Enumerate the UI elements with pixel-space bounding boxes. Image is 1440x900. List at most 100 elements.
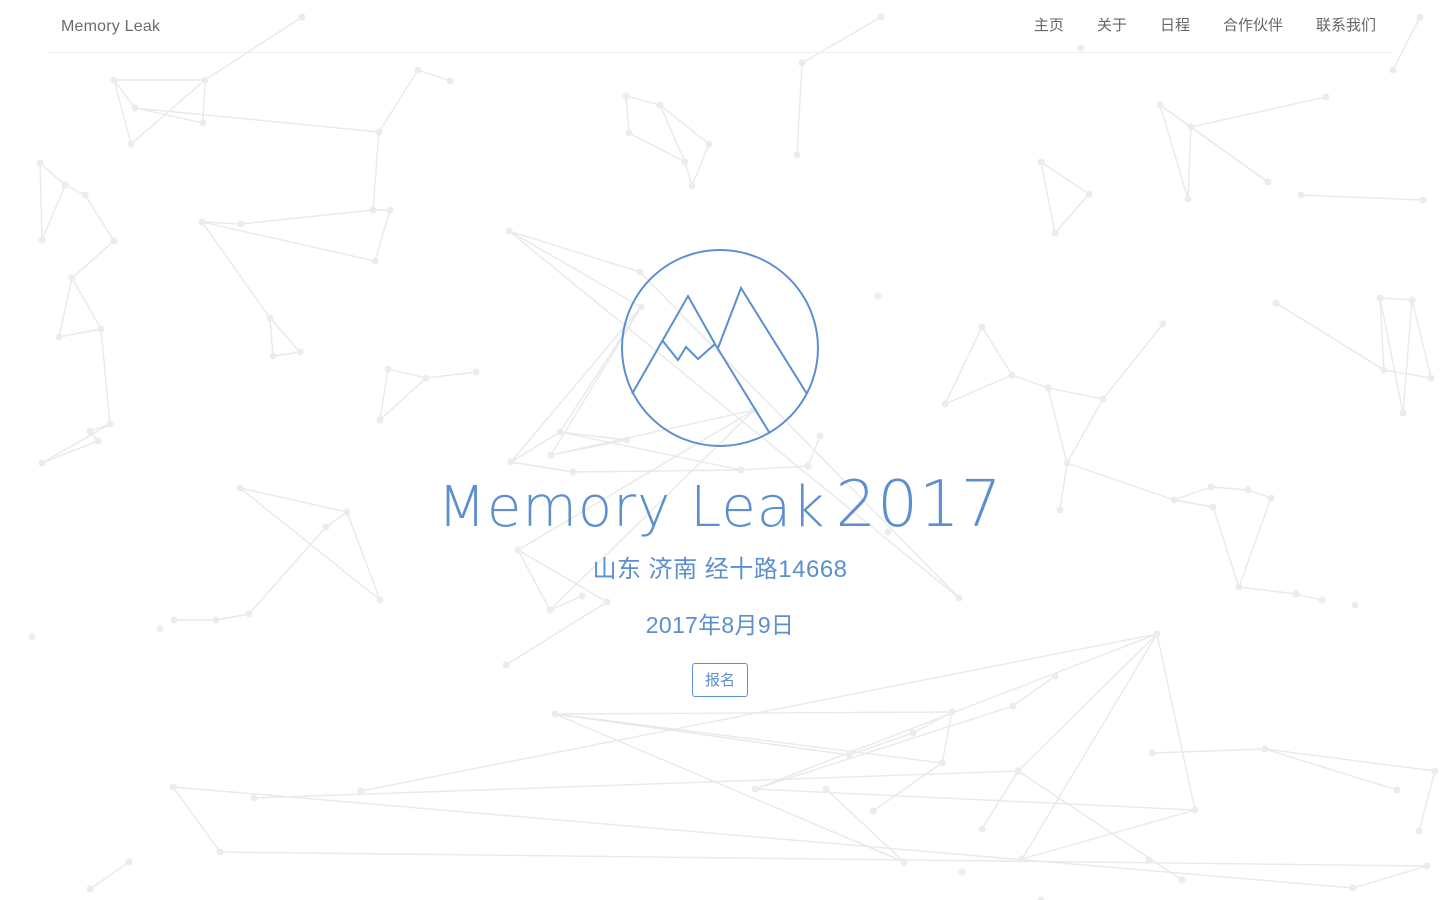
network-node xyxy=(948,708,956,716)
network-node xyxy=(869,807,877,815)
network-edge xyxy=(134,107,380,133)
network-edge xyxy=(1151,748,1266,754)
network-node xyxy=(551,710,559,718)
network-edge xyxy=(872,762,943,812)
network-edge xyxy=(691,143,710,187)
network-node xyxy=(909,729,917,737)
network-node xyxy=(198,218,206,226)
network-edge xyxy=(1054,193,1090,234)
network-node xyxy=(125,858,133,866)
network-node xyxy=(1349,884,1357,892)
nav-link-home[interactable]: 主页 xyxy=(1034,16,1064,36)
network-edge xyxy=(1040,161,1056,234)
network-edge xyxy=(625,95,630,134)
nav-link-partners[interactable]: 合作伙伴 xyxy=(1223,16,1283,36)
event-location: 山东 济南 经十路14668 xyxy=(592,556,848,583)
network-edge xyxy=(1264,748,1398,791)
network-edge xyxy=(1352,865,1428,889)
network-node xyxy=(131,104,139,112)
network-edge xyxy=(1300,194,1424,201)
network-edge xyxy=(1040,161,1090,195)
network-node xyxy=(250,794,258,802)
network-edge xyxy=(41,184,66,241)
navbar: Memory Leak 主页 关于 日程 合作伙伴 联系我们 xyxy=(48,0,1392,53)
network-node xyxy=(1423,862,1431,870)
network-edge xyxy=(628,132,686,163)
network-node xyxy=(414,66,422,74)
network-node xyxy=(798,59,806,67)
network-node xyxy=(1178,876,1186,884)
network-edge xyxy=(684,161,693,187)
network-node xyxy=(446,77,454,85)
network-node xyxy=(169,783,177,791)
network-edge xyxy=(1159,104,1269,183)
network-edge xyxy=(1159,104,1189,200)
network-node xyxy=(369,206,377,214)
network-node xyxy=(688,182,696,190)
network-node xyxy=(978,825,986,833)
network-edge xyxy=(202,79,206,124)
network-node xyxy=(505,227,513,235)
hero: Memory Leak 2017 山东 济南 经十路14668 2017年8月9日… xyxy=(0,246,1440,697)
network-edge xyxy=(848,732,914,756)
brand-link[interactable]: Memory Leak xyxy=(61,17,160,37)
network-node xyxy=(127,140,135,148)
network-edge xyxy=(825,788,905,863)
nav-links: 主页 关于 日程 合作伙伴 联系我们 xyxy=(1001,16,1376,36)
nav-link-about[interactable]: 关于 xyxy=(1097,16,1127,36)
network-node xyxy=(110,76,118,84)
network-node xyxy=(110,237,118,245)
event-title-year: 2017 xyxy=(835,468,1003,542)
network-edge xyxy=(130,79,206,145)
network-edge xyxy=(1264,748,1436,772)
network-node xyxy=(1187,123,1195,131)
network-node xyxy=(1297,191,1305,199)
network-node xyxy=(216,848,224,856)
network-node xyxy=(1051,229,1059,237)
network-edge xyxy=(1021,809,1196,860)
network-node xyxy=(386,206,394,214)
network-node xyxy=(1018,855,1026,863)
network-node xyxy=(86,885,94,893)
network-node xyxy=(705,140,713,148)
network-node xyxy=(81,191,89,199)
network-node xyxy=(357,787,365,795)
network-edge xyxy=(172,786,221,853)
network-node xyxy=(938,759,946,767)
network-edge xyxy=(84,194,115,242)
nav-link-schedule[interactable]: 日程 xyxy=(1160,16,1190,36)
network-node xyxy=(900,858,908,866)
network-node xyxy=(1393,786,1401,794)
network-node xyxy=(822,785,830,793)
network-edge xyxy=(659,104,710,145)
network-node xyxy=(625,129,633,137)
network-edge xyxy=(253,770,1019,799)
network-edge xyxy=(39,162,66,186)
network-edge xyxy=(1418,770,1436,832)
network-node xyxy=(681,158,689,166)
network-node xyxy=(1416,13,1424,21)
network-edge xyxy=(941,711,953,764)
network-node xyxy=(1419,196,1427,204)
network-node xyxy=(1145,856,1153,864)
network-node xyxy=(793,151,801,159)
network-node xyxy=(36,159,44,167)
network-edge xyxy=(378,69,419,133)
network-edge xyxy=(372,131,380,211)
network-edge xyxy=(625,95,661,106)
signup-button[interactable]: 报名 xyxy=(692,663,748,697)
network-node xyxy=(958,868,966,876)
network-edge xyxy=(113,79,132,145)
network-edge xyxy=(754,788,1196,811)
nav-link-contact[interactable]: 联系我们 xyxy=(1316,16,1376,36)
network-node xyxy=(622,92,630,100)
event-title: Memory Leak 2017 xyxy=(0,470,1440,540)
network-node xyxy=(1085,190,1093,198)
network-node xyxy=(375,128,383,136)
network-node xyxy=(1156,101,1164,109)
network-edge xyxy=(659,104,686,163)
network-node xyxy=(1184,195,1192,203)
network-edge xyxy=(417,69,451,82)
network-node xyxy=(1322,93,1330,101)
network-node xyxy=(845,751,853,759)
